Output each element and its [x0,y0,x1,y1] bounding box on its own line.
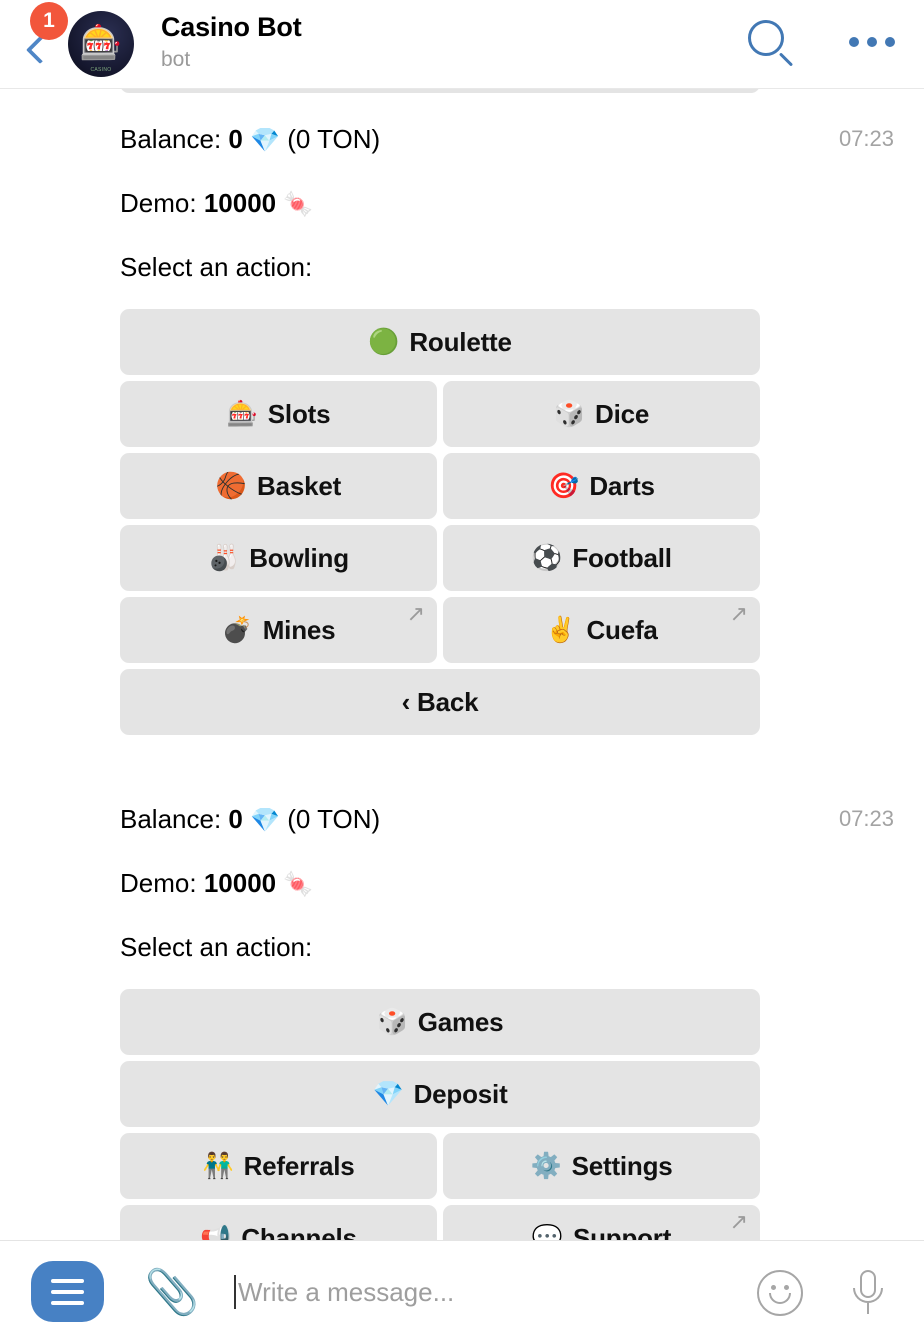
keyboard-button-basket[interactable]: 🏀 Basket [120,453,437,519]
inline-emoji: 🍬 [283,191,314,218]
message-value: 10000 [203,868,277,898]
chat-scroll-area[interactable]: Balance: 0 💎 (0 TON) Demo: 10000 🍬 Select … [0,89,924,1240]
previous-keyboard-button-partial[interactable] [120,89,760,93]
chat-status-label: bot [161,48,191,71]
keyboard-button-referrals[interactable]: 👬 Referrals [120,1133,437,1199]
keyboard-button-channels[interactable]: 📢 Channels [120,1205,437,1240]
page-title: Casino Bot [161,12,302,42]
keyboard-button-label: ‹ Back [401,686,479,717]
keyboard-button-label: Slots [267,398,331,429]
more-options-icon[interactable] [844,14,900,70]
bowling-icon: 🎳 [208,543,240,572]
keyboard-button-label: Settings [571,1150,673,1181]
keyboard-button-roulette[interactable]: 🟢 Roulette [120,309,760,375]
dice-icon: 🎲 [553,399,585,428]
deposit-icon: 💎 [372,1079,404,1108]
keyboard-button-back[interactable]: ‹ Back [120,669,760,735]
slots-icon: 🎰 [226,399,258,428]
inline-emoji: 💎 [250,807,280,834]
keyboard-button-settings[interactable]: ⚙️ Settings [443,1133,760,1199]
message-input-placeholder: Write a message... [238,1276,455,1307]
message-text-line: Demo: 10000 🍬 [120,188,314,218]
search-icon[interactable] [744,14,800,70]
keyboard-button-label: Football [572,542,672,573]
keyboard-button-label: Mines [262,614,336,645]
keyboard-row: 💎 Deposit [120,1061,760,1127]
keyboard-button-label: Bowling [249,542,349,573]
keyboard-row: 👬 Referrals ⚙️ Settings [120,1133,760,1199]
text-caret [234,1275,236,1309]
keyboard-row: 🎰 Slots 🎲 Dice [120,381,760,447]
microphone-icon[interactable] [840,1265,896,1321]
keyboard-button-support[interactable]: 💬 Support ↗ [443,1205,760,1240]
keyboard-button-dice[interactable]: 🎲 Dice [443,381,760,447]
keyboard-button-label: Referrals [243,1150,355,1181]
inline-keyboard: 🎲 Games 💎 Deposit 👬 Referrals ⚙️ Settings 📢 Chann… [120,989,760,1240]
bot-menu-button[interactable] [31,1261,104,1322]
message-text-line: Select an action: [120,252,313,282]
keyboard-button-football[interactable]: ⚽ Football [443,525,760,591]
message-value: 0 [228,124,243,154]
chat-header: 1 🎰 CASINO Casino Bot bot [0,0,924,89]
external-link-icon: ↗ [729,1209,748,1234]
keyboard-button-label: Darts [589,470,655,501]
keyboard-row: 🟢 Roulette [120,309,760,375]
keyboard-button-bowling[interactable]: 🎳 Bowling [120,525,437,591]
keyboard-row: 🏀 Basket 🎯 Darts [120,453,760,519]
message-timestamp: 07:23 [838,806,894,831]
settings-icon: ⚙️ [530,1151,562,1180]
message-value: 10000 [203,188,277,218]
keyboard-button-slots[interactable]: 🎰 Slots [120,381,437,447]
header-actions [744,14,900,70]
keyboard-button-cuefa[interactable]: ✌️ Cuefa ↗ [443,597,760,663]
paperclip-icon[interactable]: 📎 [145,1264,200,1320]
keyboard-button-games[interactable]: 🎲 Games [120,989,760,1055]
inline-keyboard: 🟢 Roulette 🎰 Slots 🎲 Dice 🏀 Basket 🎯 Darts 🎳 Bowlin… [120,309,760,741]
unread-count-badge[interactable]: 1 [30,2,68,40]
message-composer: 📎 Write a message... [0,1240,924,1340]
support-icon: 💬 [531,1223,563,1240]
inline-emoji: 🍬 [283,871,314,898]
message-text-line: Balance: 0 💎 (0 TON) [120,804,381,834]
smiley-icon[interactable] [752,1265,808,1321]
keyboard-row: ‹ Back [120,669,760,735]
external-link-icon: ↗ [406,601,425,626]
inline-emoji: 💎 [250,127,280,154]
keyboard-button-label: Support [572,1222,672,1241]
keyboard-button-label: Roulette [409,326,512,357]
keyboard-button-label: Cuefa [586,614,658,645]
message-timestamp: 07:23 [838,126,894,151]
roulette-icon: 🟢 [368,327,400,356]
mines-icon: 💣 [221,615,253,644]
keyboard-button-label: Channels [241,1222,357,1241]
keyboard-row: 💣 Mines ↗ ✌️ Cuefa ↗ [120,597,760,663]
keyboard-button-deposit[interactable]: 💎 Deposit [120,1061,760,1127]
keyboard-row: 📢 Channels 💬 Support ↗ [120,1205,760,1240]
message-input[interactable]: Write a message... [234,1266,724,1318]
external-link-icon: ↗ [729,601,748,626]
message-value: 0 [228,804,243,834]
darts-icon: 🎯 [548,471,580,500]
keyboard-button-label: Games [417,1006,504,1037]
referrals-icon: 👬 [202,1151,234,1180]
football-icon: ⚽ [531,543,563,572]
keyboard-button-label: Basket [257,470,342,501]
keyboard-button-mines[interactable]: 💣 Mines ↗ [120,597,437,663]
keyboard-row: 🎳 Bowling ⚽ Football [120,525,760,591]
basket-icon: 🏀 [215,471,248,500]
slot-machine-icon: 🎰 [79,24,123,62]
keyboard-row: 🎲 Games [120,989,760,1055]
channels-icon: 📢 [200,1223,232,1240]
message-text-line: Demo: 10000 🍬 [120,868,314,898]
avatar-caption: CASINO [90,67,112,73]
keyboard-button-darts[interactable]: 🎯 Darts [443,453,760,519]
avatar[interactable]: 🎰 CASINO [68,11,134,77]
message-text-line: Balance: 0 💎 (0 TON) [120,124,381,154]
keyboard-button-label: Deposit [413,1078,508,1109]
message-text-line: Select an action: [120,932,313,962]
cuefa-icon: ✌️ [545,615,577,644]
games-icon: 🎲 [376,1007,408,1036]
keyboard-button-label: Dice [595,398,650,429]
